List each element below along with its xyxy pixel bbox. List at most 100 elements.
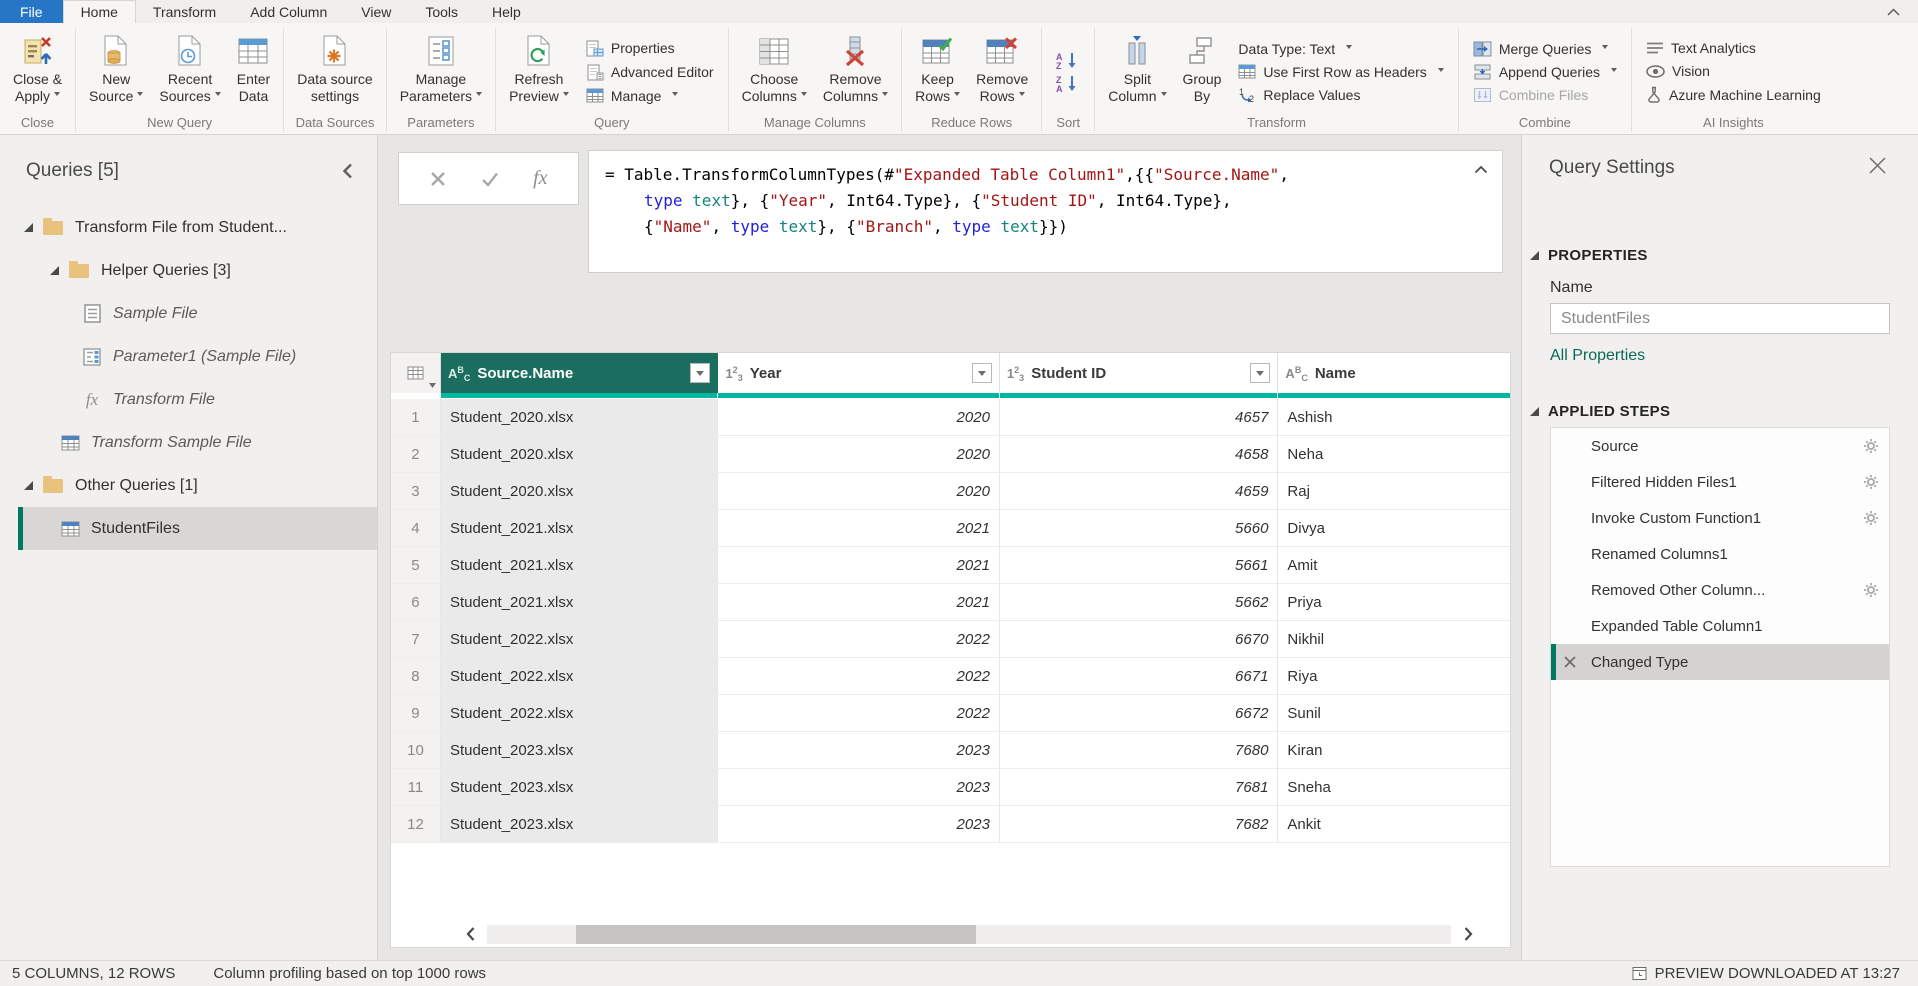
- scroll-left-icon[interactable]: [459, 923, 481, 945]
- query-item-studentfiles[interactable]: StudentFiles: [18, 507, 377, 550]
- azure-ml-button[interactable]: Azure Machine Learning: [1641, 85, 1826, 104]
- gear-icon[interactable]: [1863, 474, 1879, 490]
- group-by-button[interactable]: GroupBy: [1175, 28, 1230, 115]
- cell-year[interactable]: 2023: [718, 806, 999, 842]
- cell-student-id[interactable]: 5661: [1000, 547, 1279, 583]
- gear-icon[interactable]: [1863, 510, 1879, 526]
- new-source-button[interactable]: NewSource: [81, 28, 151, 115]
- expand-triangle-icon[interactable]: [24, 481, 33, 490]
- step-renamed-columns[interactable]: Renamed Columns1: [1551, 536, 1889, 572]
- properties-button[interactable]: Properties: [581, 39, 719, 58]
- cell-year[interactable]: 2020: [718, 473, 999, 509]
- cancel-formula-icon[interactable]: [429, 170, 447, 188]
- cell-year[interactable]: 2022: [718, 621, 999, 657]
- row-number[interactable]: 11: [391, 769, 441, 805]
- query-name-input[interactable]: [1550, 303, 1890, 334]
- cell-source-name[interactable]: Student_2021.xlsx: [441, 547, 719, 583]
- column-header-student-id[interactable]: 123 Student ID: [1000, 353, 1279, 393]
- advanced-editor-button[interactable]: Advanced Editor: [581, 63, 719, 82]
- step-removed-other-columns[interactable]: Removed Other Column...: [1551, 572, 1889, 608]
- vision-button[interactable]: Vision: [1641, 62, 1826, 80]
- cell-name[interactable]: Priya: [1278, 584, 1510, 620]
- cell-student-id[interactable]: 7681: [1000, 769, 1279, 805]
- step-expanded-table-column[interactable]: Expanded Table Column1: [1551, 608, 1889, 644]
- keep-rows-button[interactable]: KeepRows: [907, 28, 968, 115]
- row-number[interactable]: 8: [391, 658, 441, 694]
- query-item-parameter1[interactable]: Parameter1 (Sample File): [0, 335, 377, 378]
- row-number[interactable]: 10: [391, 732, 441, 768]
- query-folder-transform-file[interactable]: Transform File from Student...: [0, 206, 377, 249]
- cell-year[interactable]: 2020: [718, 436, 999, 472]
- data-type-button[interactable]: Data Type: Text: [1233, 40, 1448, 58]
- row-number[interactable]: 6: [391, 584, 441, 620]
- cell-year[interactable]: 2023: [718, 732, 999, 768]
- tab-file[interactable]: File: [0, 0, 63, 23]
- collapse-queries-panel-icon[interactable]: [342, 163, 353, 179]
- merge-queries-button[interactable]: Merge Queries: [1468, 40, 1622, 58]
- remove-rows-button[interactable]: RemoveRows: [968, 28, 1036, 115]
- column-header-source-name[interactable]: ABC Source.Name: [441, 353, 719, 393]
- cell-student-id[interactable]: 7682: [1000, 806, 1279, 842]
- enter-data-button[interactable]: EnterData: [229, 28, 278, 115]
- column-header-name[interactable]: ABC Name: [1278, 353, 1510, 393]
- cell-year[interactable]: 2021: [718, 510, 999, 546]
- select-all-cell[interactable]: [391, 353, 441, 393]
- chevron-up-icon[interactable]: [1869, 0, 1918, 23]
- cell-student-id[interactable]: 6670: [1000, 621, 1279, 657]
- query-folder-helper-queries[interactable]: Helper Queries [3]: [0, 249, 377, 292]
- cell-source-name[interactable]: Student_2022.xlsx: [441, 695, 719, 731]
- close-apply-button[interactable]: Close &Apply: [5, 28, 70, 115]
- row-number[interactable]: 2: [391, 436, 441, 472]
- cell-year[interactable]: 2021: [718, 584, 999, 620]
- filter-dropdown-button[interactable]: [972, 363, 992, 383]
- delete-step-icon[interactable]: [1563, 655, 1577, 669]
- choose-columns-button[interactable]: ChooseColumns: [734, 28, 815, 115]
- properties-section-header[interactable]: PROPERTIES: [1530, 247, 1648, 264]
- cell-student-id[interactable]: 7680: [1000, 732, 1279, 768]
- cell-name[interactable]: Ashish: [1278, 399, 1510, 435]
- tab-help[interactable]: Help: [475, 0, 538, 23]
- cell-student-id[interactable]: 4658: [1000, 436, 1279, 472]
- cell-student-id[interactable]: 5662: [1000, 584, 1279, 620]
- refresh-preview-button[interactable]: RefreshPreview: [501, 28, 577, 115]
- cell-year[interactable]: 2021: [718, 547, 999, 583]
- cell-student-id[interactable]: 4657: [1000, 399, 1279, 435]
- cell-year[interactable]: 2020: [718, 399, 999, 435]
- recent-sources-button[interactable]: RecentSources: [151, 28, 228, 115]
- cell-student-id[interactable]: 5660: [1000, 510, 1279, 546]
- cell-name[interactable]: Sunil: [1278, 695, 1510, 731]
- cell-name[interactable]: Divya: [1278, 510, 1510, 546]
- all-properties-link[interactable]: All Properties: [1550, 347, 1645, 365]
- cell-student-id[interactable]: 4659: [1000, 473, 1279, 509]
- cell-source-name[interactable]: Student_2022.xlsx: [441, 621, 719, 657]
- column-header-year[interactable]: 123 Year: [718, 353, 999, 393]
- horizontal-scrollbar-thumb[interactable]: [576, 925, 976, 944]
- remove-columns-button[interactable]: RemoveColumns: [815, 28, 896, 115]
- manage-button[interactable]: Manage: [581, 87, 719, 105]
- row-number[interactable]: 9: [391, 695, 441, 731]
- sort-descending-button[interactable]: ZA: [1055, 75, 1081, 92]
- cell-name[interactable]: Riya: [1278, 658, 1510, 694]
- step-filtered-hidden-files[interactable]: Filtered Hidden Files1: [1551, 464, 1889, 500]
- cell-year[interactable]: 2022: [718, 695, 999, 731]
- combine-files-button[interactable]: Combine Files: [1468, 86, 1622, 104]
- tab-transform[interactable]: Transform: [136, 0, 233, 23]
- tab-add-column[interactable]: Add Column: [233, 0, 344, 23]
- applied-steps-section-header[interactable]: APPLIED STEPS: [1530, 403, 1670, 420]
- text-analytics-button[interactable]: Text Analytics: [1641, 39, 1826, 57]
- step-changed-type[interactable]: Changed Type: [1551, 644, 1889, 680]
- cell-name[interactable]: Nikhil: [1278, 621, 1510, 657]
- append-queries-button[interactable]: Append Queries: [1468, 63, 1622, 81]
- cell-year[interactable]: 2023: [718, 769, 999, 805]
- cell-source-name[interactable]: Student_2021.xlsx: [441, 584, 719, 620]
- cell-name[interactable]: Ankit: [1278, 806, 1510, 842]
- cell-name[interactable]: Raj: [1278, 473, 1510, 509]
- gear-icon[interactable]: [1863, 582, 1879, 598]
- cell-source-name[interactable]: Student_2023.xlsx: [441, 732, 719, 768]
- query-item-sample-file[interactable]: Sample File: [0, 292, 377, 335]
- row-number[interactable]: 3: [391, 473, 441, 509]
- cell-year[interactable]: 2022: [718, 658, 999, 694]
- collapse-formula-icon[interactable]: [1474, 165, 1488, 174]
- sort-ascending-button[interactable]: AZ: [1055, 52, 1081, 69]
- query-item-transform-file[interactable]: fx Transform File: [0, 378, 377, 421]
